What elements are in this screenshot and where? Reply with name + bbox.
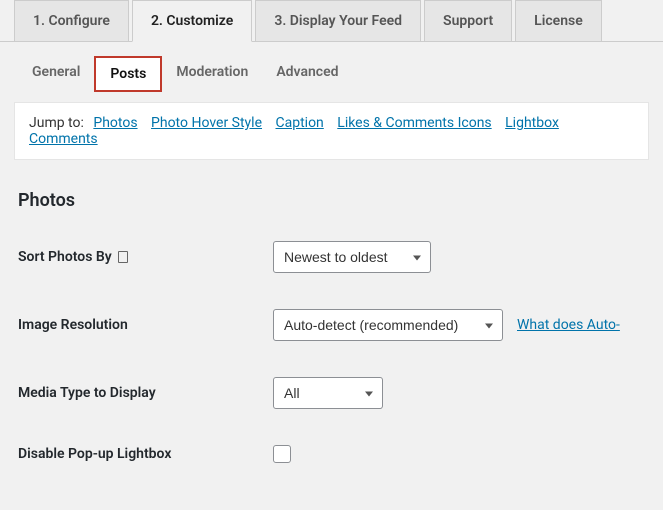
link-resolution-help[interactable]: What does Auto- [517, 317, 620, 333]
label-media-type: Media Type to Display [18, 385, 273, 401]
jump-link-photos[interactable]: Photos [93, 115, 137, 131]
subtab-general[interactable]: General [18, 56, 94, 92]
label-disable-lightbox: Disable Pop-up Lightbox [18, 446, 273, 462]
photos-section: Photos Sort Photos By Newest to oldest I… [0, 160, 663, 463]
row-media-type: Media Type to Display All [18, 377, 645, 409]
subtab-posts[interactable]: Posts [94, 56, 162, 92]
jump-link-likes-comments[interactable]: Likes & Comments Icons [337, 115, 491, 131]
tab-display-feed[interactable]: 3. Display Your Feed [255, 0, 421, 41]
section-title-photos: Photos [18, 190, 645, 211]
select-image-resolution[interactable]: Auto-detect (recommended) [273, 309, 503, 341]
hint-icon[interactable] [118, 251, 128, 263]
select-sort-photos[interactable]: Newest to oldest [273, 241, 431, 273]
tab-configure[interactable]: 1. Configure [14, 0, 129, 41]
jump-to-bar: Jump to: Photos Photo Hover Style Captio… [14, 102, 649, 160]
tab-license[interactable]: License [515, 0, 602, 41]
row-disable-lightbox: Disable Pop-up Lightbox [18, 445, 645, 463]
jump-link-hover-style[interactable]: Photo Hover Style [151, 115, 262, 131]
tab-customize[interactable]: 2. Customize [132, 0, 252, 42]
jump-link-caption[interactable]: Caption [276, 115, 324, 131]
jump-to-label: Jump to: [29, 115, 84, 131]
tab-support[interactable]: Support [424, 0, 512, 41]
sub-tab-bar: General Posts Moderation Advanced [0, 42, 663, 92]
subtab-moderation[interactable]: Moderation [162, 56, 262, 92]
checkbox-disable-lightbox[interactable] [273, 445, 291, 463]
label-image-resolution: Image Resolution [18, 317, 273, 333]
label-sort-photos: Sort Photos By [18, 249, 273, 265]
row-sort-photos: Sort Photos By Newest to oldest [18, 241, 645, 273]
select-media-type[interactable]: All [273, 377, 383, 409]
label-sort-photos-text: Sort Photos By [18, 249, 112, 265]
subtab-advanced[interactable]: Advanced [262, 56, 352, 92]
row-image-resolution: Image Resolution Auto-detect (recommende… [18, 309, 645, 341]
main-tab-bar: 1. Configure 2. Customize 3. Display You… [0, 0, 663, 42]
